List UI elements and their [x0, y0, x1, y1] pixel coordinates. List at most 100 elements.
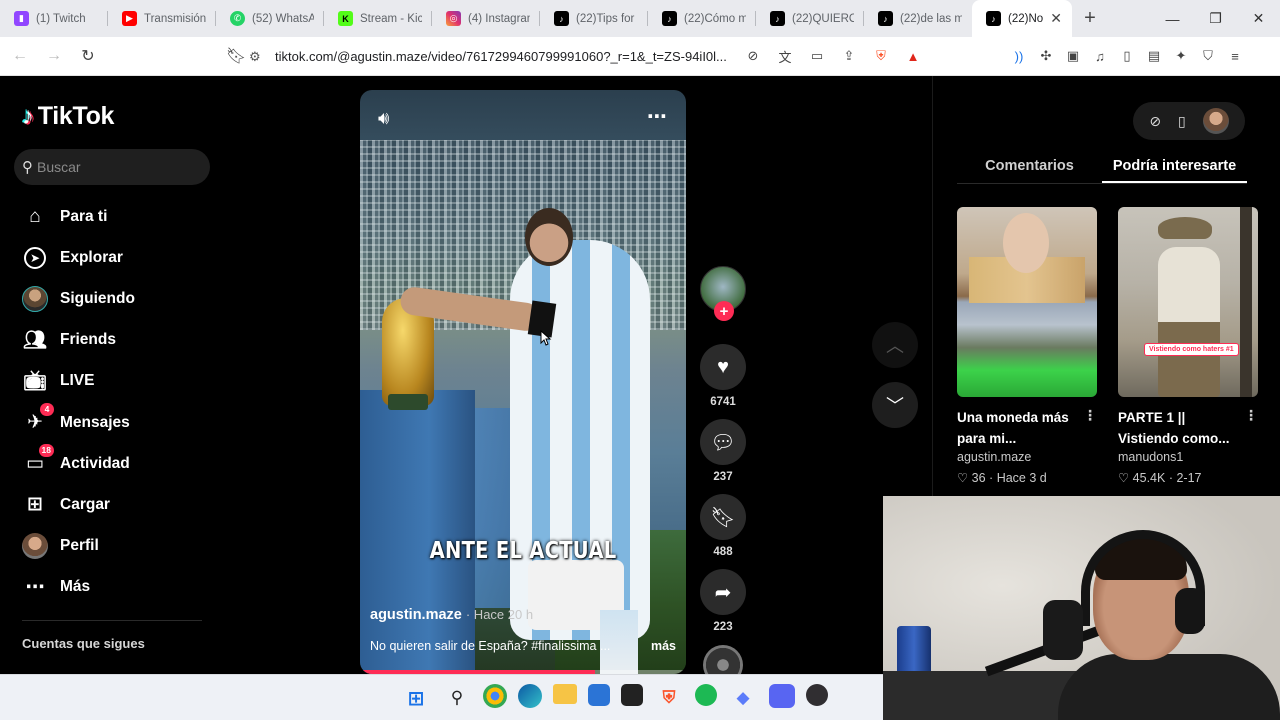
maximize-button[interactable]: ❐: [1194, 0, 1237, 37]
next-video-button[interactable]: ﹀: [872, 382, 918, 428]
more-link[interactable]: más: [651, 639, 676, 653]
video-player[interactable]: 🔊︎ ⋯ ANTE EL ACTUAL agustin.maze · Hace 2…: [360, 90, 686, 674]
live-icon: 📺︎: [22, 371, 48, 393]
recommendation-thumbnail[interactable]: [957, 207, 1097, 397]
no-tracking-icon[interactable]: ⊘: [740, 43, 766, 69]
messages-badge: 4: [40, 402, 54, 416]
taskbar-icons: ⊞ ⚲ ⛨ ◆: [401, 684, 828, 712]
music-disc-icon[interactable]: [703, 645, 743, 674]
vpn-icon[interactable]: ⛉: [1195, 43, 1221, 69]
sidebar-item-cargar[interactable]: ⊞ Cargar: [0, 484, 210, 525]
leo-ai-icon[interactable]: ✦: [1168, 43, 1194, 69]
new-tab-button[interactable]: +: [1072, 0, 1108, 37]
sidebar-item-para-ti[interactable]: ⌂ Para ti: [0, 196, 210, 237]
share-icon[interactable]: ⇪: [836, 43, 862, 69]
sidebar-item-explorar[interactable]: ➤ Explorar: [0, 237, 210, 278]
sidebar-icon[interactable]: ▯: [1114, 43, 1140, 69]
comment-icon[interactable]: 💬︎: [700, 419, 746, 465]
audio-wave-icon[interactable]: )): [1006, 43, 1032, 69]
windows-start-icon[interactable]: ⊞: [401, 684, 431, 712]
search-icon[interactable]: ⚲: [442, 684, 472, 712]
chrome-icon[interactable]: [483, 684, 507, 708]
tab-comentarios[interactable]: Comentarios: [957, 154, 1102, 183]
sidebar-item-actividad[interactable]: ▭ 18 Actividad: [0, 443, 210, 484]
edge-icon[interactable]: [518, 684, 542, 708]
video-frame-trophy-base: [388, 394, 428, 410]
close-window-button[interactable]: ✕: [1237, 0, 1280, 37]
author-avatar[interactable]: +: [700, 266, 746, 321]
sidebar-item-mas[interactable]: ⋯ Más: [0, 567, 210, 608]
discord-icon[interactable]: [769, 684, 795, 708]
recommendation-title[interactable]: PARTE 1 || Vistiendo como...: [1118, 407, 1238, 449]
heart-icon[interactable]: ♥: [700, 344, 746, 390]
forward-button[interactable]: →: [40, 42, 68, 70]
browser-tab[interactable]: ▮ (1) Twitch: [0, 0, 108, 37]
reading-mode-icon[interactable]: ▣: [1060, 43, 1086, 69]
browser-tab-active[interactable]: ♪ (22)No ✕: [972, 0, 1072, 37]
share-action[interactable]: ➦ 223: [700, 569, 746, 633]
comment-action[interactable]: 💬︎ 237: [700, 419, 746, 483]
recommendation-card[interactable]: Vistiendo como haters #1 PARTE 1 || Vist…: [1118, 207, 1258, 485]
extensions-icon[interactable]: ✣: [1033, 43, 1059, 69]
thumbnail-person: [1158, 247, 1220, 397]
sidebar-item-friends[interactable]: 👥︎ Friends: [0, 320, 210, 361]
browser-tab[interactable]: ✆ (52) WhatsA: [216, 0, 324, 37]
obs-icon[interactable]: [806, 684, 828, 706]
kebab-menu-icon[interactable]: ⋮: [1083, 407, 1097, 449]
profile-avatar-icon: [22, 533, 48, 560]
like-action[interactable]: ♥ 6741: [700, 344, 746, 408]
sidebar-item-siguiendo[interactable]: Siguiendo: [0, 278, 210, 319]
brave-shield-icon[interactable]: ⛨: [868, 43, 894, 69]
browser-tab[interactable]: ▶ Transmisión: [108, 0, 216, 37]
app-icon[interactable]: ◆: [728, 684, 758, 712]
save-action[interactable]: 🔖︎ 488: [700, 494, 746, 558]
spotify-icon[interactable]: [695, 684, 717, 706]
user-avatar[interactable]: [1202, 108, 1229, 134]
recommendation-author[interactable]: agustin.maze: [957, 450, 1097, 464]
brave-rewards-icon[interactable]: ▲: [900, 43, 926, 69]
store-icon[interactable]: [588, 684, 610, 706]
translate-icon[interactable]: 文: [772, 43, 798, 69]
minimize-button[interactable]: —: [1151, 0, 1194, 37]
browser-tab[interactable]: ♪ (22)de las m: [864, 0, 972, 37]
recommendation-card[interactable]: Una moneda más para mi... ⋮ agustin.maze …: [957, 207, 1097, 485]
recommendation-thumbnail[interactable]: Vistiendo como haters #1: [1118, 207, 1258, 397]
browser-tab[interactable]: ♪ (22)Tips for: [540, 0, 648, 37]
sidebar-item-mensajes[interactable]: ✈ 4 Mensajes: [0, 402, 210, 443]
more-options-icon[interactable]: ⋯: [647, 104, 668, 129]
file-explorer-icon[interactable]: [553, 684, 577, 704]
sidebar-item-live[interactable]: 📺︎ LIVE: [0, 361, 210, 402]
tab-podria-interesarte[interactable]: Podría interesarte: [1102, 154, 1247, 183]
sidebar-item-perfil[interactable]: Perfil: [0, 526, 210, 567]
compass-icon[interactable]: ⊘: [1149, 113, 1161, 130]
share-arrow-icon[interactable]: ➦: [700, 569, 746, 615]
brave-browser-icon[interactable]: ⛨: [654, 684, 684, 712]
home-icon: ⌂: [29, 205, 41, 227]
bookmark-icon[interactable]: 🔖︎: [700, 494, 746, 540]
site-settings-icon[interactable]: ⚙: [249, 49, 265, 65]
back-button[interactable]: ←: [6, 42, 34, 70]
kebab-menu-icon[interactable]: ⋮: [1244, 407, 1258, 449]
phone-icon[interactable]: ▯: [1178, 113, 1186, 130]
previous-video-button[interactable]: ︿: [872, 322, 918, 368]
reload-button[interactable]: ↻: [74, 42, 102, 70]
follow-plus-icon[interactable]: +: [714, 301, 734, 321]
recommendation-author[interactable]: manudons1: [1118, 450, 1258, 464]
media-icon[interactable]: ♫: [1087, 43, 1113, 69]
cast-icon[interactable]: ▭: [804, 43, 830, 69]
recommendation-title[interactable]: Una moneda más para mi...: [957, 407, 1077, 449]
notes-icon[interactable]: [621, 684, 643, 706]
close-tab-icon[interactable]: ✕: [1050, 10, 1062, 27]
volume-icon[interactable]: 🔊︎: [378, 108, 389, 129]
wallet-icon[interactable]: ▤: [1141, 43, 1167, 69]
browser-tab[interactable]: ♪ (22)Cómo m: [648, 0, 756, 37]
search-box[interactable]: ⚲: [14, 149, 210, 185]
menu-icon[interactable]: ≡: [1222, 43, 1248, 69]
video-author[interactable]: agustin.maze · Hace 20 h: [370, 607, 533, 623]
browser-tab[interactable]: ◎ (4) Instagran: [432, 0, 540, 37]
tiktok-logo[interactable]: ♪ TikTok: [22, 102, 114, 131]
browser-tab[interactable]: K Stream - Kic: [324, 0, 432, 37]
search-input[interactable]: [37, 159, 187, 175]
tiktok-note-icon: ♪: [22, 102, 34, 130]
browser-tab[interactable]: ♪ (22)QUIERO: [756, 0, 864, 37]
